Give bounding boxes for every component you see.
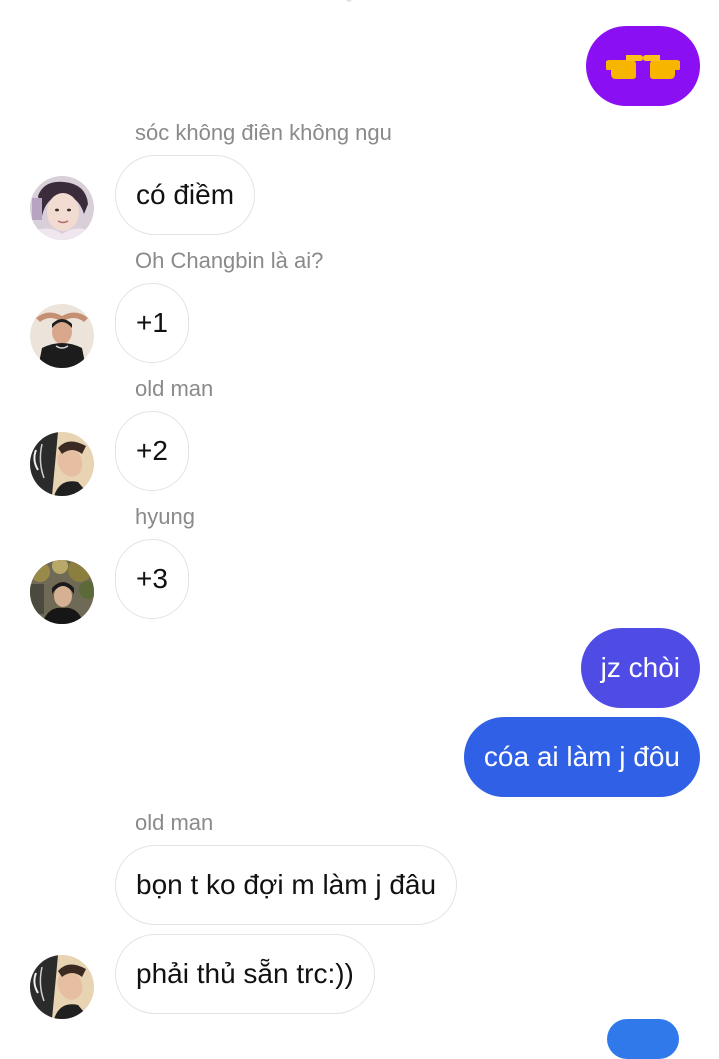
chat-thread: sóc không điên không ngu có điềm Oh Chan… — [0, 0, 719, 1059]
avatar-old-man-icon — [30, 955, 94, 1019]
incoming-message[interactable]: bọn t ko đợi m làm j đâu — [115, 845, 458, 925]
avatar[interactable] — [30, 432, 94, 496]
avatar[interactable] — [30, 560, 94, 624]
incoming-message[interactable]: +2 — [115, 411, 189, 491]
incoming-message[interactable]: +3 — [115, 539, 189, 619]
pointing-hands-icon — [606, 55, 680, 79]
sender-name: old man — [135, 376, 214, 401]
sender-name: sóc không điên không ngu — [135, 120, 392, 145]
outgoing-message[interactable]: cóa ai làm j đôu — [463, 717, 700, 797]
avatar-old-man-icon — [30, 432, 94, 496]
avatar-soc-icon — [30, 176, 94, 240]
avatar[interactable] — [30, 955, 94, 1019]
avatar[interactable] — [30, 304, 94, 368]
outgoing-message-emoji[interactable] — [586, 26, 700, 106]
sender-name: hyung — [135, 504, 195, 529]
incoming-message[interactable]: có điềm — [115, 155, 256, 235]
avatar-changbin-icon — [30, 304, 94, 368]
sender-name: old man — [135, 810, 214, 835]
incoming-message[interactable]: +1 — [115, 283, 189, 363]
scroll-indicator — [346, 0, 352, 2]
avatar[interactable] — [30, 176, 94, 240]
outgoing-message-partial[interactable] — [607, 1019, 679, 1059]
incoming-message[interactable]: phải thủ sẵn trc:)) — [115, 934, 375, 1014]
avatar-hyung-icon — [30, 560, 94, 624]
outgoing-message[interactable]: jz chòi — [580, 628, 700, 708]
sender-name: Oh Changbin là ai? — [135, 248, 324, 273]
